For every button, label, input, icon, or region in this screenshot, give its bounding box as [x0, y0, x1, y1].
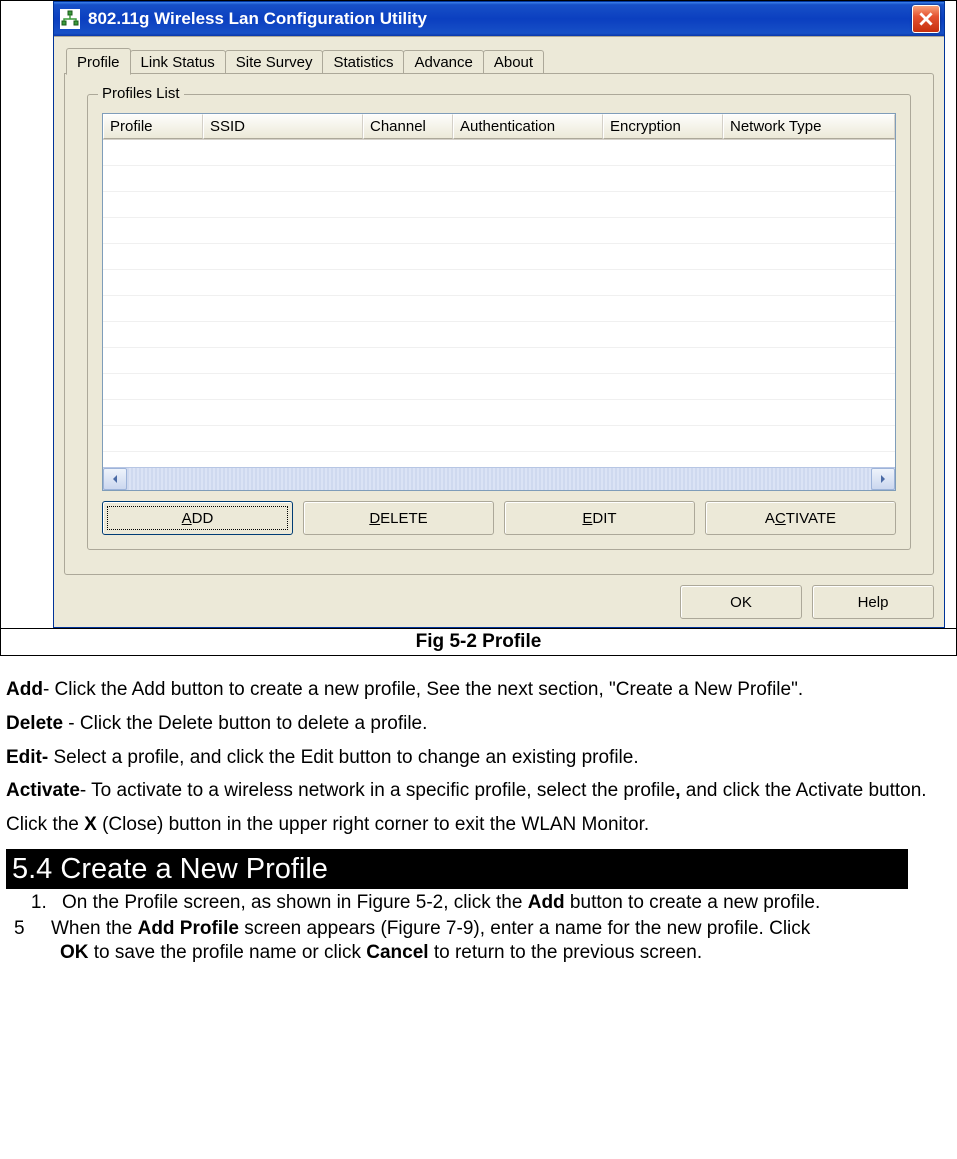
scroll-right-button[interactable]: [871, 468, 895, 490]
action-buttons: ADD DELETE EDIT ACTIVATE: [102, 501, 896, 535]
tab-panel: Profiles List Profile SSID Channel Authe…: [64, 73, 934, 575]
tab-strip: Profile Link Status Site Survey Statisti…: [64, 47, 934, 73]
delete-button[interactable]: DELETE: [303, 501, 494, 535]
close-icon: [919, 12, 933, 26]
profiles-list-group: Profiles List Profile SSID Channel Authe…: [87, 94, 911, 550]
para-delete: Delete - Click the Delete button to dele…: [6, 712, 951, 736]
col-network-type[interactable]: Network Type: [723, 114, 895, 139]
col-channel[interactable]: Channel: [363, 114, 453, 139]
list-body: [103, 140, 895, 467]
section-heading: 5.4 Create a New Profile: [6, 849, 908, 889]
groupbox-label: Profiles List: [98, 85, 184, 102]
step-1: On the Profile screen, as shown in Figur…: [52, 891, 951, 915]
para-edit: Edit- Select a profile, and click the Ed…: [6, 746, 951, 770]
para-close: Click the X (Close) button in the upper …: [6, 813, 951, 837]
profiles-listview[interactable]: Profile SSID Channel Authentication Encr…: [102, 113, 896, 491]
tab-statistics[interactable]: Statistics: [322, 50, 404, 74]
tab-link-status[interactable]: Link Status: [130, 50, 226, 74]
tab-about[interactable]: About: [483, 50, 544, 74]
col-encryption[interactable]: Encryption: [603, 114, 723, 139]
add-button[interactable]: ADD: [102, 501, 293, 535]
tab-profile[interactable]: Profile: [66, 48, 131, 75]
horizontal-scrollbar[interactable]: [103, 467, 895, 490]
col-profile[interactable]: Profile: [103, 114, 203, 139]
scroll-left-button[interactable]: [103, 468, 127, 490]
window-title: 802.11g Wireless Lan Configuration Utili…: [88, 9, 912, 29]
step-5: 5 When the Add Profile screen appears (F…: [6, 917, 951, 965]
steps-list: On the Profile screen, as shown in Figur…: [6, 891, 951, 915]
app-window: 802.11g Wireless Lan Configuration Utili…: [53, 1, 945, 628]
scroll-track[interactable]: [127, 468, 871, 490]
chevron-left-icon: [111, 475, 119, 483]
add-label: DD: [192, 510, 214, 527]
para-add: Add- Click the Add button to create a ne…: [6, 678, 951, 702]
client-area: Profile Link Status Site Survey Statisti…: [54, 36, 944, 627]
tab-site-survey[interactable]: Site Survey: [225, 50, 324, 74]
help-button[interactable]: Help: [812, 585, 934, 619]
edit-button[interactable]: EDIT: [504, 501, 695, 535]
figure-caption: Fig 5-2 Profile: [1, 628, 956, 655]
tab-advance[interactable]: Advance: [403, 50, 483, 74]
titlebar: 802.11g Wireless Lan Configuration Utili…: [54, 2, 944, 36]
app-icon: [60, 9, 80, 29]
figure-container: 802.11g Wireless Lan Configuration Utili…: [0, 0, 957, 656]
ok-button[interactable]: OK: [680, 585, 802, 619]
document-text: Add- Click the Add button to create a ne…: [0, 656, 957, 970]
activate-button[interactable]: ACTIVATE: [705, 501, 896, 535]
chevron-right-icon: [879, 475, 887, 483]
dialog-buttons: OK Help: [64, 585, 934, 619]
col-ssid[interactable]: SSID: [203, 114, 363, 139]
close-button[interactable]: [912, 5, 940, 33]
list-header: Profile SSID Channel Authentication Encr…: [103, 114, 895, 140]
para-activate: Activate- To activate to a wireless netw…: [6, 779, 951, 803]
col-authentication[interactable]: Authentication: [453, 114, 603, 139]
